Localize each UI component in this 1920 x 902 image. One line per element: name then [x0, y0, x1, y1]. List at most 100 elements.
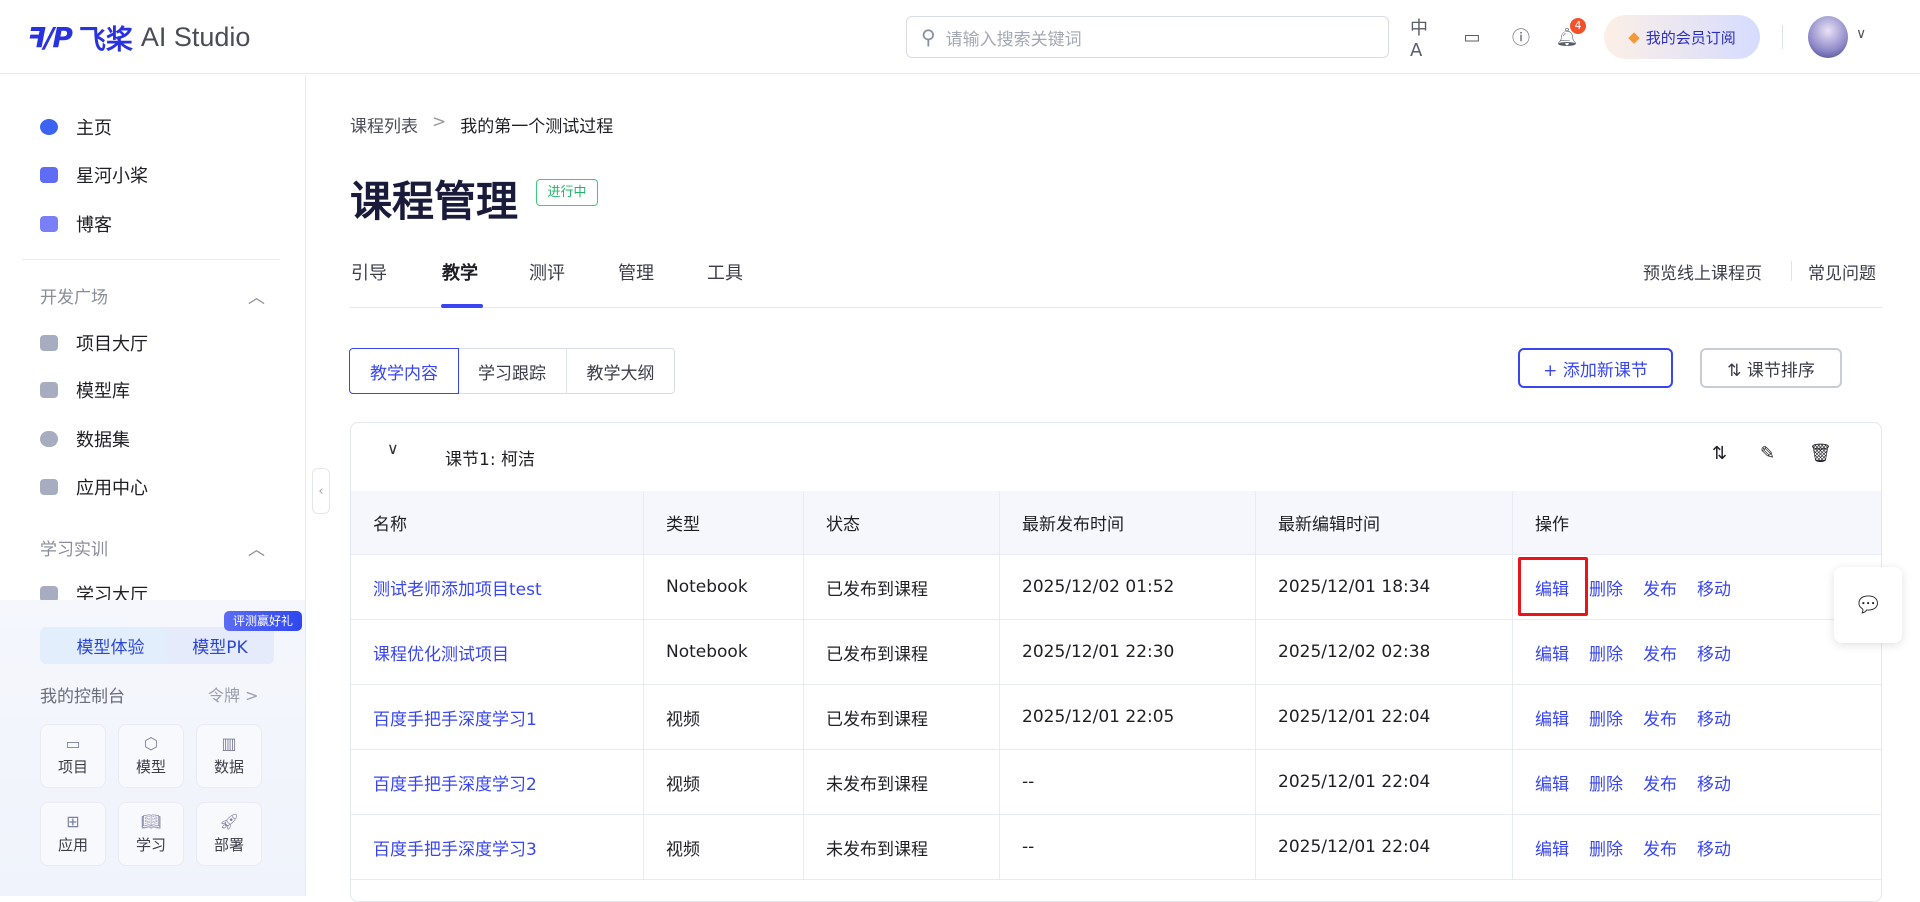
table-row: 百度手把手深度学习2 视频 未发布到课程 -- 2025/12/01 22:04 编辑 删除… [351, 750, 1881, 815]
console-tile-apps[interactable]: ⊞ 应用 [40, 802, 106, 866]
segment-learning-tracking[interactable]: 学习跟踪 [458, 348, 567, 394]
delete-button[interactable]: 删除 [1589, 640, 1623, 665]
add-section-button[interactable]: + 添加新课节 [1518, 348, 1673, 388]
breadcrumb: 课程列表 > 我的第一个测试过程 [350, 112, 613, 137]
edit-button[interactable]: 编辑 [1535, 835, 1569, 860]
top-header: ꟻ/P 飞桨 AI Studio ⚲ 请输入搜索关键词 中A ▭ ⓘ 🔔︎ 4 … [0, 0, 1920, 74]
sidebar-group-learning[interactable]: 学习实训 ︿ [40, 535, 265, 560]
lesson-name-link[interactable]: 百度手把手深度学习1 [351, 685, 644, 749]
lesson-name-link[interactable]: 测试老师添加项目test [351, 555, 644, 619]
move-button[interactable]: 移动 [1697, 835, 1731, 860]
edit-icon[interactable]: ✎ [1760, 443, 1775, 464]
feedback-icon: 💬︎ [1854, 592, 1882, 618]
lesson-name-link[interactable]: 百度手把手深度学习2 [351, 750, 644, 814]
sidebar-item-home[interactable]: 主页 [40, 114, 112, 140]
sidebar-item-apps[interactable]: 应用中心 [40, 474, 148, 500]
bar-chart-icon: ▥ [221, 733, 237, 753]
member-subscription-button[interactable]: ◆ 我的会员订阅 [1604, 15, 1760, 59]
search-input[interactable]: ⚲ 请输入搜索关键词 [906, 16, 1389, 58]
divider [1782, 25, 1783, 49]
move-button[interactable]: 移动 [1697, 575, 1731, 600]
model-experience-button[interactable]: 模型体验 [40, 627, 181, 664]
edit-button[interactable]: 编辑 [1535, 640, 1569, 665]
console-tile-deploy[interactable]: 🚀︎ 部署 [196, 802, 262, 866]
folder-icon: ▭ [65, 733, 81, 753]
publish-button[interactable]: 发布 [1643, 640, 1677, 665]
table-row: 百度手把手深度学习3 视频 未发布到课程 -- 2025/12/01 22:04 编辑 删除… [351, 815, 1881, 880]
delete-button[interactable]: 删除 [1589, 705, 1623, 730]
tab-evaluation[interactable]: 测评 [529, 259, 565, 285]
table-header-row: 名称 类型 状态 最新发布时间 最新编辑时间 操作 [351, 491, 1881, 555]
status-badge: 进行中 [536, 179, 598, 206]
edit-button[interactable]: 编辑 [1535, 705, 1569, 730]
move-button[interactable]: 移动 [1697, 770, 1731, 795]
help-icon[interactable]: ⓘ [1508, 24, 1534, 50]
move-button[interactable]: 移动 [1697, 705, 1731, 730]
avatar[interactable] [1808, 16, 1848, 58]
publish-button[interactable]: 发布 [1643, 705, 1677, 730]
table-cell: 2025/12/01 22:04 [1256, 815, 1513, 879]
logo[interactable]: ꟻ/P 飞桨 AI Studio [27, 18, 250, 56]
publish-button[interactable]: 发布 [1643, 575, 1677, 600]
table-cell: 已发布到课程 [804, 620, 1000, 684]
console-tile-learning[interactable]: 📖︎ 学习 [118, 802, 184, 866]
segment-teaching-content[interactable]: 教学内容 [349, 348, 459, 394]
tab-divider [350, 307, 1882, 308]
chevron-up-icon: ︿ [248, 288, 265, 308]
sidebar-item-xinghe[interactable]: 星河小桨 [40, 162, 148, 188]
highlight-box [1518, 557, 1588, 616]
table-cell: 2025/12/01 22:04 [1256, 750, 1513, 814]
preview-course-link[interactable]: 预览线上课程页 [1643, 259, 1762, 284]
table-cell: 未发布到课程 [804, 815, 1000, 879]
publish-button[interactable]: 发布 [1643, 770, 1677, 795]
delete-button[interactable]: 删除 [1589, 770, 1623, 795]
publish-button[interactable]: 发布 [1643, 835, 1677, 860]
breadcrumb-parent[interactable]: 课程列表 [350, 112, 418, 137]
sidebar-item-models[interactable]: 模型库 [40, 377, 130, 403]
row-actions: 编辑 删除 发布 移动 [1513, 685, 1881, 749]
tab-tools[interactable]: 工具 [707, 259, 743, 285]
monitor-icon[interactable]: ▭ [1459, 24, 1485, 50]
lesson-name-link[interactable]: 百度手把手深度学习3 [351, 815, 644, 879]
tab-management[interactable]: 管理 [618, 259, 654, 285]
token-link[interactable]: 令牌 > [208, 682, 259, 706]
code-folder-icon [40, 335, 58, 351]
table-cell: 2025/12/02 01:52 [1000, 555, 1256, 619]
console-tile-models[interactable]: ⬡ 模型 [118, 724, 184, 788]
table-cell: 视频 [644, 685, 804, 749]
faq-link[interactable]: 常见问题 [1808, 259, 1876, 284]
table-cell: 2025/12/01 22:04 [1256, 685, 1513, 749]
model-pk-button[interactable]: 模型PK [166, 627, 274, 664]
sidebar-item-projects[interactable]: 项目大厅 [40, 330, 148, 356]
tab-guide[interactable]: 引导 [351, 259, 387, 285]
sort-sections-button[interactable]: ⇅ 课节排序 [1700, 348, 1842, 388]
sidebar-item-blog[interactable]: 博客 [40, 211, 112, 237]
search-placeholder: 请输入搜索关键词 [945, 29, 1082, 50]
translate-icon[interactable]: 中A [1410, 18, 1436, 61]
table-cell: 2025/12/02 02:38 [1256, 620, 1513, 684]
delete-button[interactable]: 删除 [1589, 835, 1623, 860]
book-icon: 📖︎ [140, 811, 162, 831]
lesson-name-link[interactable]: 课程优化测试项目 [351, 620, 644, 684]
section-card: ∨ 课节1: 柯洁 ⇅ ✎ 🗑︎ 名称 类型 状态 最新发布时间 最新编辑时间 操作 测试老… [350, 422, 1882, 902]
table-row: 百度手把手深度学习1 视频 已发布到课程 2025/12/01 22:05 2025/1… [351, 685, 1881, 750]
delete-button[interactable]: 删除 [1589, 575, 1623, 600]
sort-icon[interactable]: ⇅ [1712, 443, 1727, 464]
row-actions: 编辑 删除 发布 移动 [1513, 815, 1881, 879]
console-tile-projects[interactable]: ▭ 项目 [40, 724, 106, 788]
sidebar-collapse-handle[interactable]: ‹ [312, 468, 330, 514]
move-button[interactable]: 移动 [1697, 640, 1731, 665]
sidebar-item-datasets[interactable]: 数据集 [40, 426, 130, 452]
table-row: 课程优化测试项目 Notebook 已发布到课程 2025/12/01 22:30 20… [351, 620, 1881, 685]
chevron-down-icon[interactable]: ∨ [1856, 26, 1866, 42]
feedback-button[interactable]: 💬︎ [1834, 567, 1902, 643]
edit-button[interactable]: 编辑 [1535, 770, 1569, 795]
trash-icon[interactable]: 🗑︎ [1809, 443, 1832, 464]
database-icon [40, 431, 58, 447]
divider [22, 259, 280, 260]
console-tile-data[interactable]: ▥ 数据 [196, 724, 262, 788]
segment-syllabus[interactable]: 教学大纲 [566, 348, 675, 394]
sidebar-group-dev[interactable]: 开发广场 ︿ [40, 283, 265, 308]
chevron-down-icon[interactable]: ∨ [387, 439, 399, 458]
tab-teaching[interactable]: 教学 [442, 259, 478, 285]
